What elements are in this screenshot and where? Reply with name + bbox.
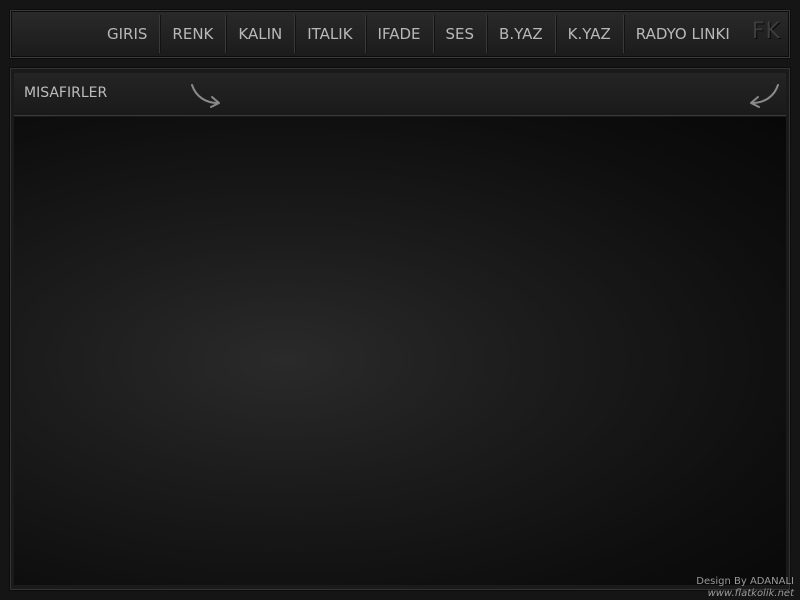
guests-content-area <box>14 117 786 585</box>
curved-arrow-icon <box>750 84 779 108</box>
nav-menu: GIRIS RENK KALIN ITALIK IFADE SES B.YAZ … <box>95 15 742 53</box>
nav-item-b-yaz[interactable]: B.YAZ <box>486 15 555 53</box>
guests-panel: MISAFIRLER <box>10 68 790 590</box>
nav-item-giris[interactable]: GIRIS <box>95 15 159 53</box>
site-logo: FK <box>751 19 781 44</box>
top-nav-bar: GIRIS RENK KALIN ITALIK IFADE SES B.YAZ … <box>10 10 790 58</box>
nav-item-italik[interactable]: ITALIK <box>294 15 364 53</box>
nav-item-ses[interactable]: SES <box>432 15 487 53</box>
nav-item-ifade[interactable]: IFADE <box>364 15 433 53</box>
credit-text: Design By ADANALI <box>696 576 794 587</box>
nav-item-renk[interactable]: RENK <box>159 15 225 53</box>
credit-url[interactable]: www.flatkolik.net <box>696 588 794 600</box>
curved-arrow-icon <box>191 84 220 108</box>
page: GIRIS RENK KALIN ITALIK IFADE SES B.YAZ … <box>0 0 800 600</box>
nav-item-kalin[interactable]: KALIN <box>225 15 294 53</box>
nav-item-radyo-linki[interactable]: RADYO LINKI <box>622 15 742 53</box>
nav-item-k-yaz[interactable]: K.YAZ <box>554 15 623 53</box>
panel-title: MISAFIRLER <box>24 85 108 101</box>
footer-credit: Design By ADANALI www.flatkolik.net <box>696 576 794 600</box>
panel-header: MISAFIRLER <box>14 73 786 116</box>
